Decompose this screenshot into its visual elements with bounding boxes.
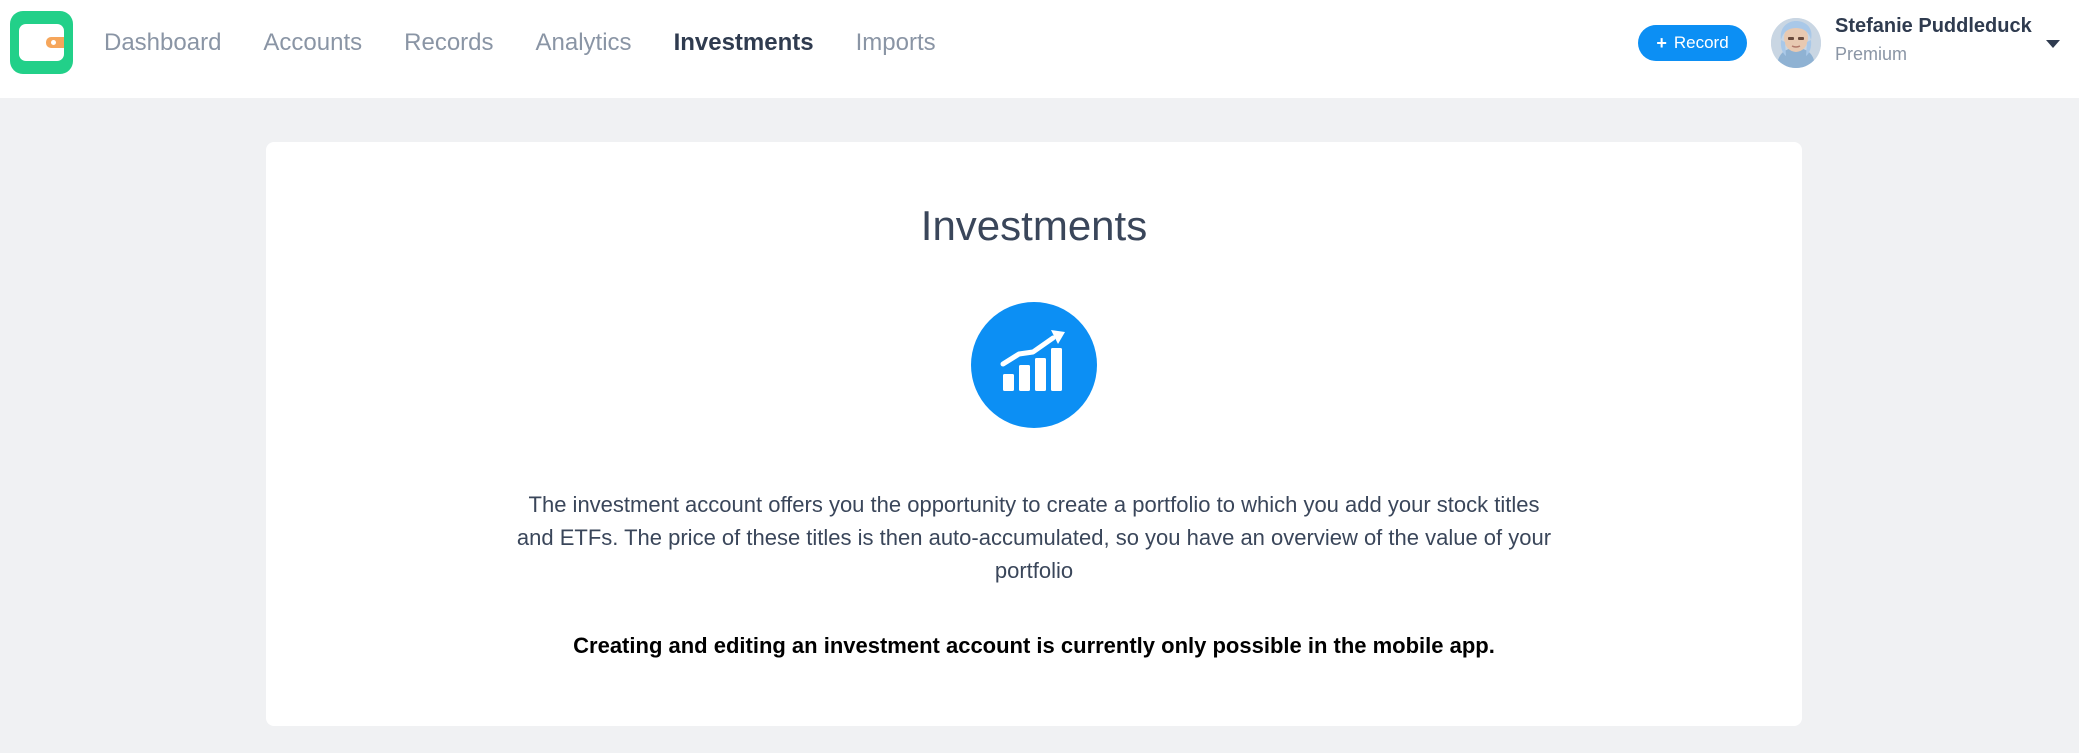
growth-chart-graphic: [1000, 330, 1065, 391]
nav-item-dashboard[interactable]: Dashboard: [104, 29, 221, 57]
nav-item-imports[interactable]: Imports: [856, 29, 936, 57]
add-record-button[interactable]: + Record: [1638, 25, 1747, 61]
wallet-body: [19, 24, 64, 61]
chevron-down-icon[interactable]: [2046, 40, 2060, 48]
user-name[interactable]: Stefanie Puddleduck: [1835, 15, 2032, 38]
wallet-clasp: [46, 37, 64, 48]
nav-item-accounts[interactable]: Accounts: [263, 29, 362, 57]
nav-item-investments[interactable]: Investments: [674, 29, 814, 57]
plus-icon: +: [1656, 32, 1667, 53]
wallet-icon[interactable]: [10, 11, 73, 74]
nav-item-records[interactable]: Records: [404, 29, 493, 57]
page-title: Investments: [920, 202, 1148, 249]
investments-card: Investments The investment account offer…: [266, 142, 1802, 726]
growth-chart-icon: [971, 302, 1097, 428]
nav-item-analytics[interactable]: Analytics: [536, 29, 632, 57]
main-nav: Dashboard Accounts Records Analytics Inv…: [104, 0, 978, 86]
avatar-image: [1771, 18, 1821, 68]
avatar[interactable]: [1771, 18, 1821, 68]
investment-description: The investment account offers you the op…: [516, 492, 1552, 583]
top-navigation-bar: Dashboard Accounts Records Analytics Inv…: [0, 0, 2079, 98]
mobile-only-notice: Creating and editing an investment accou…: [573, 633, 1495, 658]
user-plan: Premium: [1835, 44, 1908, 64]
add-record-label: Record: [1673, 33, 1729, 52]
